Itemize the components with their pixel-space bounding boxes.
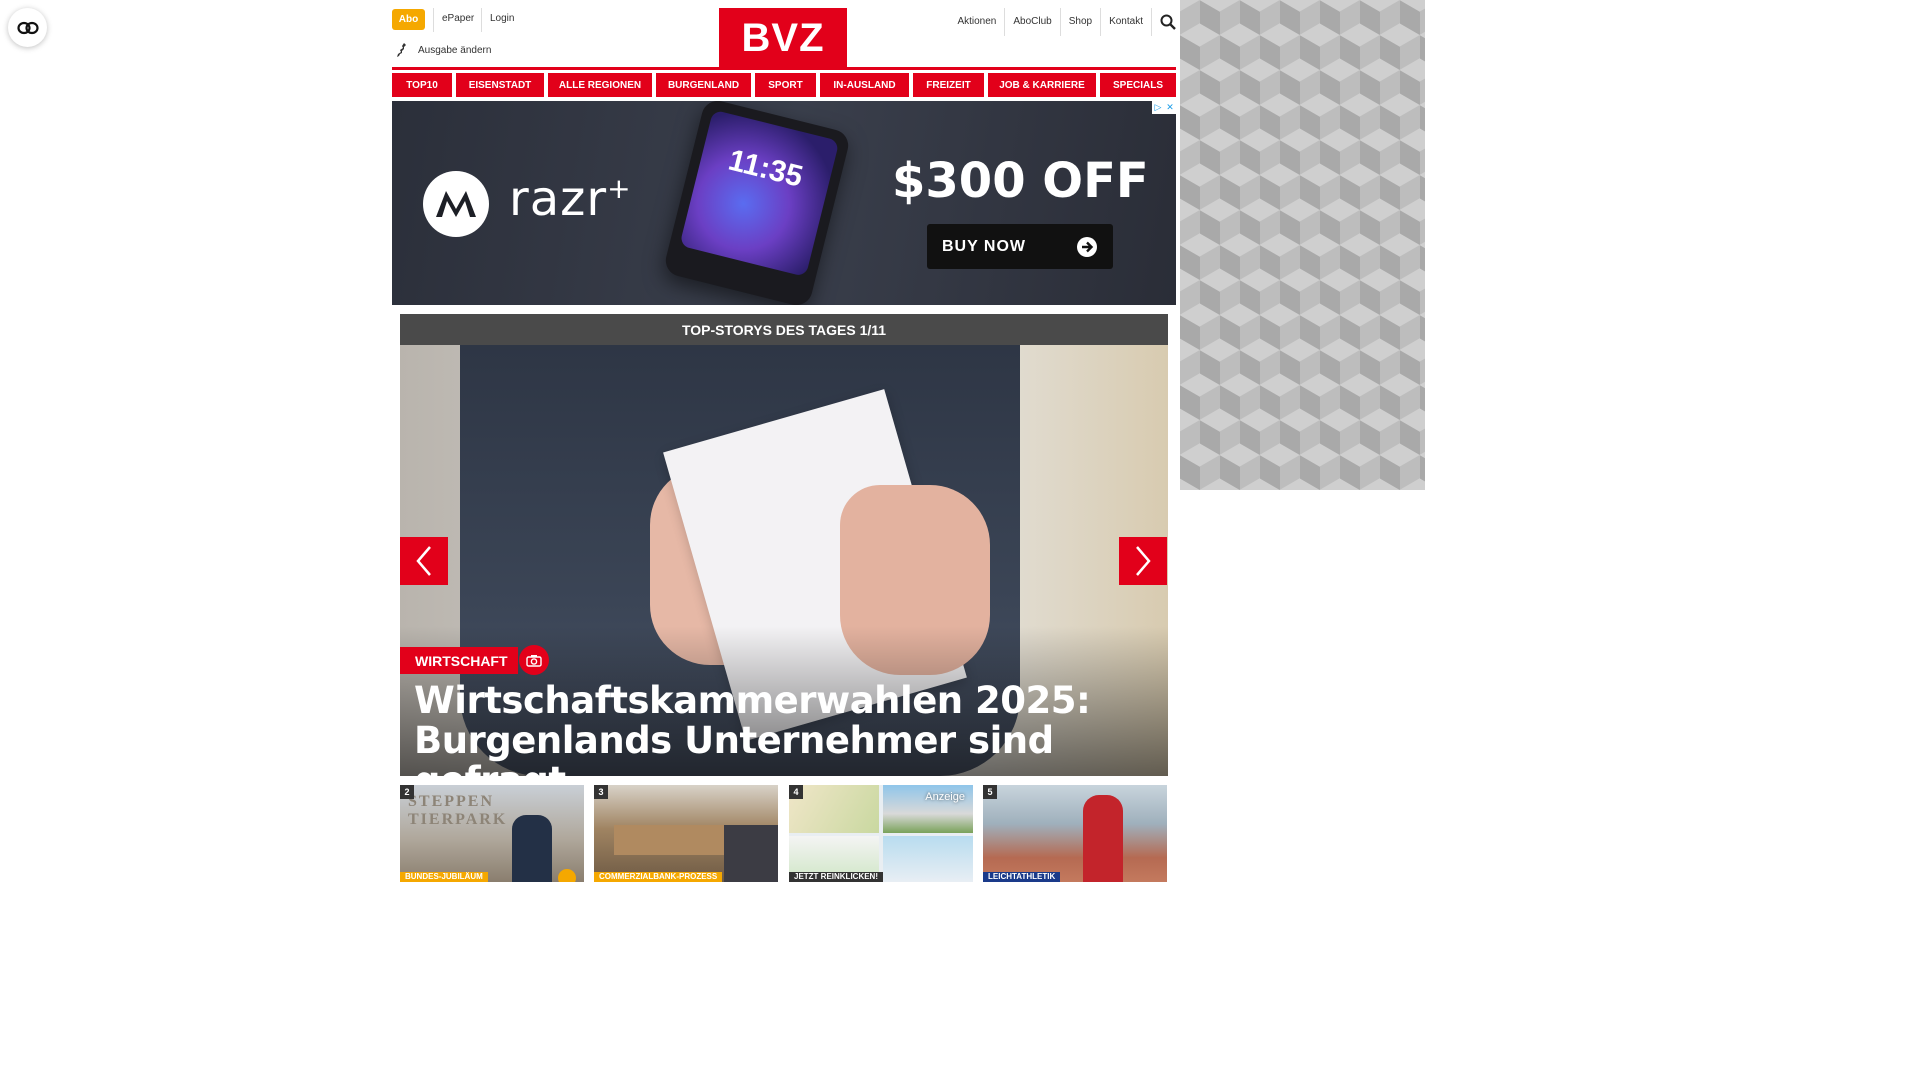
accessibility-button[interactable] <box>8 8 47 47</box>
motorola-m-icon <box>436 191 476 217</box>
carousel-next-button[interactable] <box>1119 537 1167 585</box>
accessibility-icon <box>16 21 39 34</box>
ad-buy-now-button[interactable]: BUY NOW <box>927 224 1113 269</box>
thumb-3-tag: COMMERZIALBANK-PROZESS <box>594 872 723 882</box>
thumb-2-sign: STEPPEN TIERPARK <box>408 793 508 828</box>
login-link[interactable]: Login <box>490 13 514 24</box>
nav-item-specials[interactable]: SPECIALS <box>1100 73 1176 97</box>
search-button[interactable] <box>1151 8 1176 36</box>
thumb-2-tag: BUNDES-JUBILÄUM <box>400 872 488 882</box>
story-headline[interactable]: Wirtschaftskammerwahlen 2025: Burgenland… <box>414 681 1154 801</box>
ad-buy-now-label: BUY NOW <box>941 237 1027 255</box>
nav-item-alle-regionen[interactable]: ALLE REGIONEN <box>548 73 652 97</box>
arrow-right-circle-icon <box>1077 236 1098 257</box>
adchoices-badge[interactable]: ▷ ✕ <box>1152 101 1176 114</box>
thumbnail-story-5[interactable]: 5 LEICHTATHLETIK <box>983 785 1167 882</box>
bvz-logo[interactable]: BVZ <box>719 8 847 68</box>
gallery-badge <box>519 645 549 675</box>
ad-phone-screen: 11:35 <box>679 109 840 277</box>
kontakt-link[interactable]: Kontakt <box>1100 8 1151 36</box>
thumbnail-story-2[interactable]: STEPPEN TIERPARK 2 BUNDES-JUBILÄUM <box>400 785 584 882</box>
ad-brand-plus: + <box>607 172 632 205</box>
abo-button[interactable]: Abo <box>392 9 425 30</box>
nav-item-eisenstadt[interactable]: EISENSTADT <box>456 73 544 97</box>
ad-close-icon[interactable]: ✕ <box>1164 101 1176 114</box>
ad-phone-image: 11:35 <box>662 101 852 305</box>
header-rule <box>392 67 1176 70</box>
carousel-prev-button[interactable] <box>400 537 448 585</box>
story-category-tag[interactable]: WIRTSCHAFT <box>400 647 518 674</box>
thumb-4-tag: JETZT REINKLICKEN! <box>789 872 883 882</box>
thumbnail-story-3[interactable]: 3 COMMERZIALBANK-PROZESS <box>594 785 778 882</box>
ad-brand: razr+ <box>509 171 632 227</box>
shop-link[interactable]: Shop <box>1059 8 1100 36</box>
thumb-4-collage-4 <box>883 836 973 882</box>
camera-icon <box>526 654 542 667</box>
side-ad-pattern <box>1180 0 1425 490</box>
nav-item-sport[interactable]: SPORT <box>755 73 816 97</box>
chevron-left-icon <box>416 546 431 576</box>
thumb-5-tag: LEICHTATHLETIK <box>983 872 1061 882</box>
divider <box>481 8 482 32</box>
edition-map-icon <box>397 43 406 57</box>
aktionen-link[interactable]: Aktionen <box>949 8 1004 36</box>
thumb-4-anzeige-label: Anzeige <box>925 791 965 803</box>
thumb-2-camera-badge <box>558 869 576 882</box>
chevron-right-icon <box>1136 546 1151 576</box>
adchoices-icon: ▷ <box>1152 101 1164 114</box>
header-right-links: Aktionen AboClub Shop Kontakt <box>949 8 1176 36</box>
nav-item-in-ausland[interactable]: IN-AUSLAND <box>820 73 909 97</box>
ad-brand-name: razr <box>509 171 608 227</box>
main-nav: TOP10 EISENSTADT ALLE REGIONEN BURGENLAN… <box>392 73 1176 97</box>
thumb-5-athlete <box>1083 795 1123 882</box>
thumb-2-number: 2 <box>400 785 414 799</box>
thumb-4-number: 4 <box>789 785 803 799</box>
ad-offer-text: $300 OFF <box>892 153 1149 209</box>
aboclub-link[interactable]: AboClub <box>1004 8 1059 36</box>
thumbnail-story-4[interactable]: Anzeige 4 JETZT REINKLICKEN! <box>789 785 973 882</box>
nav-item-top10[interactable]: TOP10 <box>392 73 452 97</box>
thumb-3-number: 3 <box>594 785 608 799</box>
motorola-logo <box>423 171 489 237</box>
nav-item-job-karriere[interactable]: JOB & KARRIERE <box>988 73 1096 97</box>
search-icon <box>1160 14 1176 30</box>
site-header: Abo ePaper Login Ausgabe ändern BVZ Akti… <box>392 0 1176 68</box>
epaper-link[interactable]: ePaper <box>442 13 474 24</box>
ad-banner[interactable]: razr+ 11:35 $300 OFF BUY NOW ▷ ✕ <box>392 101 1176 305</box>
change-edition-label: Ausgabe ändern <box>418 44 492 56</box>
nav-item-freizeit[interactable]: FREIZEIT <box>913 73 984 97</box>
thumb-3-table <box>614 825 724 855</box>
thumb-5-number: 5 <box>983 785 997 799</box>
change-edition-link[interactable]: Ausgabe ändern <box>396 42 491 58</box>
nav-item-burgenland[interactable]: BURGENLAND <box>656 73 751 97</box>
top-stories-header: TOP-STORYS DES TAGES 1/11 <box>400 314 1168 345</box>
divider <box>433 8 434 32</box>
thumb-2-person <box>512 815 552 882</box>
thumb-3-people <box>724 825 778 882</box>
